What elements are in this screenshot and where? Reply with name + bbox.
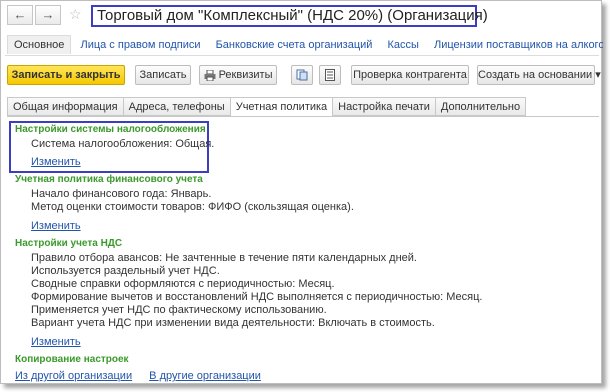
fin-policy-line-2: Метод оценки стоимости товаров: ФИФО (ск… xyxy=(31,201,354,213)
tab-cash-desks[interactable]: Кассы xyxy=(382,36,425,54)
save-button[interactable]: Записать xyxy=(135,65,191,85)
copy-settings-header: Копирование настроек xyxy=(15,354,129,365)
panel-divider xyxy=(7,116,599,117)
vat-header: Настройки учета НДС xyxy=(15,238,123,249)
tab-print-settings[interactable]: Настройка печати xyxy=(332,97,436,116)
copy-to-other-link[interactable]: В другие организации xyxy=(149,370,261,382)
tab-licenses[interactable]: Лицензии поставщиков на алкогольную и сп… xyxy=(428,36,603,54)
requisites-button[interactable]: Реквизиты xyxy=(199,65,277,85)
chevron-down-icon: ▾ xyxy=(595,69,601,81)
save-and-close-button[interactable]: Записать и закрыть xyxy=(7,65,125,85)
arrow-right-icon: → xyxy=(41,7,55,22)
tax-system-header: Настройки системы налогообложения xyxy=(15,124,206,135)
back-button[interactable]: ← xyxy=(7,5,33,25)
fin-policy-change-link[interactable]: Изменить xyxy=(15,219,81,233)
tab-addresses[interactable]: Адреса, телефоны xyxy=(122,97,231,116)
vat-line-1: Правило отбора авансов: Не зачтенные в т… xyxy=(31,252,417,264)
create-based-on-label: Создать на основании xyxy=(478,69,593,81)
document-structure-icon xyxy=(296,69,308,81)
window-frame: ← → ☆ Торговый дом "Комплексный" (НДС 20… xyxy=(0,0,603,384)
list-button[interactable] xyxy=(319,65,341,85)
fin-policy-header: Учетная политика финансового учета xyxy=(15,174,203,185)
tab-general-info[interactable]: Общая информация xyxy=(7,97,124,116)
tab-main[interactable]: Основное xyxy=(7,35,72,54)
forward-button[interactable]: → xyxy=(35,5,61,25)
check-counterparty-button[interactable]: Проверка контрагента xyxy=(351,65,469,85)
tab-additional[interactable]: Дополнительно xyxy=(434,97,527,116)
star-icon[interactable]: ☆ xyxy=(69,6,82,23)
structure-button[interactable] xyxy=(291,65,313,85)
toolbar: Записать и закрыть Записать Реквизиты Пр… xyxy=(7,65,603,87)
divider xyxy=(5,55,599,56)
tax-system-line: Система налогообложения: Общая. xyxy=(31,138,215,150)
arrow-left-icon: ← xyxy=(13,7,27,22)
requisites-label: Реквизиты xyxy=(218,69,273,81)
tab-bank-accounts[interactable]: Банковские счета организаций xyxy=(210,36,379,54)
tab-accounting-policy[interactable]: Учетная политика xyxy=(229,97,334,117)
vat-line-3: Сводные справки оформляются с периодично… xyxy=(31,278,335,290)
copy-from-other-link[interactable]: Из другой организации xyxy=(15,370,132,382)
vat-change-link[interactable]: Изменить xyxy=(15,335,81,349)
tax-change-link[interactable]: Изменить xyxy=(15,155,81,169)
vat-line-4: Формирование вычетов и восстановлений НД… xyxy=(31,291,483,303)
copy-links: Из другой организации В другие организац… xyxy=(15,369,595,383)
tab-signers[interactable]: Лица с правом подписи xyxy=(74,36,206,54)
vat-line-5: Применяется учет НДС по фактическому исп… xyxy=(31,304,327,316)
title-bar: ← → ☆ Торговый дом "Комплексный" (НДС 20… xyxy=(7,5,597,27)
window-title: Торговый дом "Комплексный" (НДС 20%) (Ор… xyxy=(91,5,488,27)
create-based-on-button[interactable]: Создать на основании ▾ xyxy=(477,65,601,85)
sub-tabs: Общая информация Адреса, телефоны Учетная … xyxy=(7,97,601,117)
fin-policy-line-1: Начало финансового года: Январь. xyxy=(31,188,212,200)
printer-icon xyxy=(204,69,216,81)
vat-line-6: Вариант учета НДС при изменении вида дея… xyxy=(31,317,435,329)
section-tabs: Основное Лица с правом подписи Банковски… xyxy=(7,35,603,55)
list-icon xyxy=(325,69,335,82)
accounting-policy-panel: Настройки системы налогообложения Систем… xyxy=(15,123,595,383)
vat-line-2: Используется раздельный учет НДС. xyxy=(31,265,220,277)
